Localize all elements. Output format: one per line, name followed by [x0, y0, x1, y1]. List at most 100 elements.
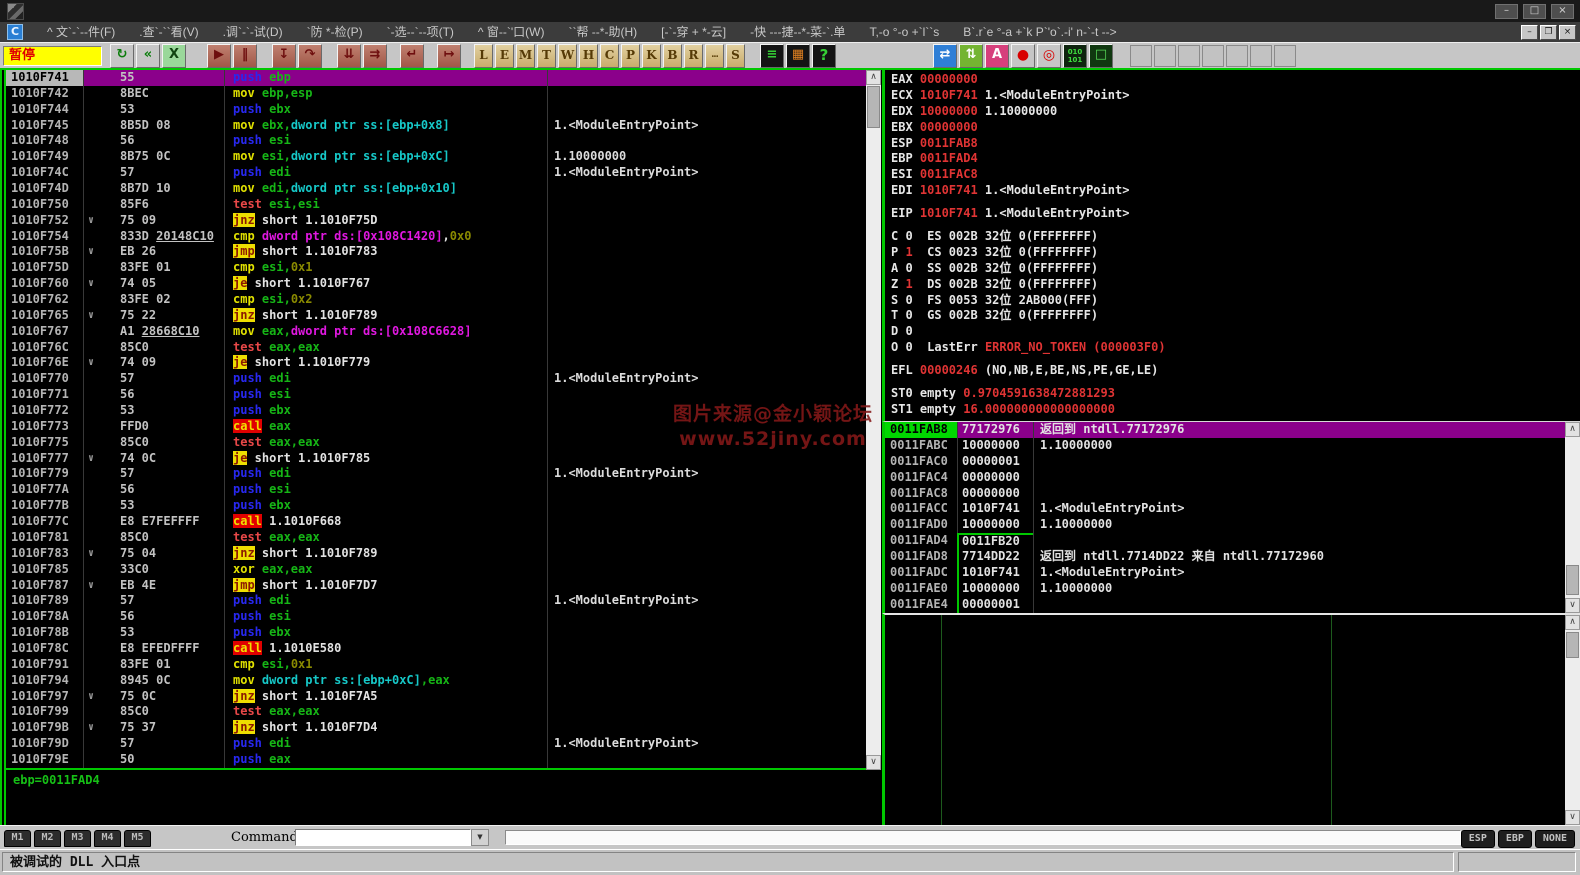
scrollbar-thumb[interactable]	[867, 86, 880, 128]
stack-scrollbar[interactable]: ∧ ∨	[1565, 422, 1580, 613]
disasm-row[interactable]: 1010F77A 56 push esi	[6, 482, 866, 499]
disasm-row[interactable]: 1010F772 53 push ebx	[6, 403, 866, 419]
mdi-restore-button[interactable]: ❐	[1540, 25, 1557, 40]
menu-item-quick-menu[interactable]: -快 ---捷--*-菜-`.单	[738, 22, 857, 42]
disasm-row[interactable]: 1010F78B 53 push ebx	[6, 625, 866, 641]
m-tab-m1[interactable]: M1	[4, 830, 31, 847]
disasm-row[interactable]: 1010F765 ∨ 75 22 jnz short 1.1010F789	[6, 307, 866, 324]
menu-item-plugins[interactable]: `防 *-检(P)	[295, 22, 375, 42]
execute-till-return-button[interactable]: ↵	[400, 44, 424, 68]
menu-item-options[interactable]: `-选--`--项(T)	[375, 22, 466, 42]
binary-button[interactable]: 010 101	[1063, 44, 1087, 68]
command-input[interactable]	[295, 829, 471, 846]
scroll-up-button[interactable]: ∧	[1565, 615, 1580, 630]
references-button[interactable]: R	[684, 44, 703, 68]
register-row[interactable]: D 0	[891, 324, 1580, 340]
disasm-row[interactable]: 1010F745 8B5D 08 mov ebx,dword ptr ss:[ebp…	[6, 117, 866, 134]
assemble-a-button[interactable]: A	[985, 44, 1009, 68]
register-row[interactable]: P 1 CS 0023 32位 0(FFFFFFFF)	[891, 245, 1580, 261]
align-button-esp[interactable]: ESP	[1460, 830, 1495, 848]
stack-row[interactable]: 0011FAE0 10000000 1.10000000	[885, 580, 1580, 597]
source-button[interactable]: S	[726, 44, 745, 68]
info-pane[interactable]: ebp=0011FAD4	[4, 770, 884, 825]
disassembly-pane[interactable]: 1010F741 55 push ebp 1010F742 8BEC mov ebp,es…	[4, 70, 866, 770]
stack-row[interactable]: 0011FAD4 0011FB20	[885, 533, 1580, 550]
register-row[interactable]: A 0 SS 002B 32位 0(FFFFFFFF)	[891, 261, 1580, 277]
disasm-row[interactable]: 1010F750 85F6 test esi,esi	[6, 196, 866, 213]
stack-row[interactable]: 0011FAD8 7714DD22 返回到 ntdll.7714DD22 来自 nt…	[885, 549, 1580, 566]
disasm-row[interactable]: 1010F785 33C0 xor eax,eax	[6, 561, 866, 578]
register-row[interactable]: ECX 1010F741 1.<ModuleEntryPoint>	[891, 88, 1580, 104]
registers-pane[interactable]: EAX 00000000 ECX 1010F741 1.<ModuleEntryP…	[882, 70, 1580, 421]
empty-slot[interactable]	[1226, 45, 1248, 67]
disasm-row[interactable]: 1010F79E 50 push eax	[6, 751, 866, 768]
menu-item-breakpoint[interactable]: B`.r`e °-a +`k P`'o`.-i' n-`-t -->	[951, 22, 1128, 42]
disasm-row[interactable]: 1010F791 83FE 01 cmp esi,0x1	[6, 656, 866, 673]
stack-row[interactable]: 0011FAC0 00000001	[885, 453, 1580, 470]
animate-into-button[interactable]: ⇊	[337, 44, 361, 68]
cpu-window-button[interactable]: C	[600, 44, 619, 68]
executables-button[interactable]: E	[495, 44, 514, 68]
disasm-row[interactable]: 1010F760 ∨ 74 05 je short 1.1010F767	[6, 276, 866, 293]
m-tab-m3[interactable]: M3	[64, 830, 91, 847]
empty-slot[interactable]	[1202, 45, 1224, 67]
stack-row[interactable]: 0011FAD0 10000000 1.10000000	[885, 517, 1580, 534]
align-button-none[interactable]: NONE	[1534, 830, 1575, 848]
disasm-row[interactable]: 1010F742 8BEC mov ebp,esp	[6, 85, 866, 102]
log-list-button[interactable]: ≡	[760, 44, 784, 68]
disasm-row[interactable]: 1010F783 ∨ 75 04 jnz short 1.1010F789	[6, 545, 866, 562]
register-row[interactable]: S 0 FS 0053 32位 2AB000(FFF)	[891, 293, 1580, 309]
scroll-down-button[interactable]: ∨	[1565, 598, 1580, 613]
menu-item-cloud[interactable]: [-`-穿 + *-云]	[649, 22, 738, 42]
disasm-row[interactable]: 1010F789 57 push edi 1.<ModuleEntryPoint>	[6, 593, 866, 610]
stack-row[interactable]: 0011FAC8 00000000	[885, 485, 1580, 502]
call-stack-button[interactable]: K	[642, 44, 661, 68]
disasm-row[interactable]: 1010F74D 8B7D 10 mov edi,dword ptr ss:[ebp…	[6, 181, 866, 197]
register-row[interactable]: EFL 00000246 (NO,NB,E,BE,NS,PE,GE,LE)	[891, 363, 1580, 379]
step-into-button[interactable]: ↧	[272, 44, 296, 68]
empty-slot[interactable]	[1250, 45, 1272, 67]
disasm-row[interactable]: 1010F771 56 push esi	[6, 387, 866, 404]
register-row[interactable]: EBX 00000000	[891, 120, 1580, 136]
windows-button[interactable]: W	[558, 44, 577, 68]
disasm-row[interactable]: 1010F744 53 push ebx	[6, 101, 866, 118]
minimize-button[interactable]: –	[1495, 4, 1518, 19]
disasm-row[interactable]: 1010F75B ∨ EB 26 jmp short 1.1010F783	[6, 244, 866, 261]
register-row[interactable]: EIP 1010F741 1.<ModuleEntryPoint>	[891, 206, 1580, 222]
register-row[interactable]: ESP 0011FAB8	[891, 136, 1580, 152]
empty-slot[interactable]	[1154, 45, 1176, 67]
stack-row[interactable]: 0011FADC 1010F741 1.<ModuleEntryPoint>	[885, 565, 1580, 581]
plugin-field[interactable]	[505, 830, 1461, 845]
grid-button[interactable]: ▦	[786, 44, 810, 68]
dump-scrollbar[interactable]: ∧ ∨	[1565, 615, 1580, 825]
empty-slot[interactable]	[1274, 45, 1296, 67]
disasm-row[interactable]: 1010F78A 56 push esi	[6, 609, 866, 626]
window-frame-button[interactable]: □	[1089, 44, 1113, 68]
log-window-button[interactable]: L	[474, 44, 493, 68]
register-row[interactable]: C 0 ES 002B 32位 0(FFFFFFFF)	[891, 229, 1580, 245]
stack-row[interactable]: 0011FACC 1010F741 1.<ModuleEntryPoint>	[885, 501, 1580, 518]
run-trace-button[interactable]: ...	[705, 44, 724, 68]
mdi-minimize-button[interactable]: –	[1521, 25, 1538, 40]
m-tab-m5[interactable]: M5	[124, 830, 151, 847]
empty-slot[interactable]	[1178, 45, 1200, 67]
disasm-row[interactable]: 1010F794 8945 0C mov dword ptr ss:[ebp+0xC…	[6, 672, 866, 689]
scroll-down-button[interactable]: ∨	[866, 755, 881, 770]
register-row[interactable]: O 0 LastErr ERROR_NO_TOKEN (000003F0)	[891, 340, 1580, 356]
register-row[interactable]: EDI 1010F741 1.<ModuleEntryPoint>	[891, 183, 1580, 199]
disasm-row[interactable]: 1010F752 ∨ 75 09 jnz short 1.1010F75D	[6, 212, 866, 229]
pause-program-button[interactable]: ‖	[233, 44, 257, 68]
disasm-row[interactable]: 1010F787 ∨ EB 4E jmp short 1.1010F7D7	[6, 577, 866, 594]
memory-map-button[interactable]: M	[516, 44, 535, 68]
register-row[interactable]: EBP 0011FAD4	[891, 151, 1580, 167]
maximize-button[interactable]: □	[1523, 4, 1546, 19]
align-button-ebp[interactable]: EBP	[1497, 830, 1532, 848]
menu-item-help[interactable]: ``帮 --*-助(H)	[556, 22, 649, 42]
menu-item-window[interactable]: ^ 窗--`'口(W)	[466, 22, 557, 42]
disasm-row[interactable]: 1010F79B ∨ 75 37 jnz short 1.1010F7D4	[6, 720, 866, 737]
execute-till-user-button[interactable]: ↦	[437, 44, 461, 68]
disasm-row[interactable]: 1010F79D 57 push edi 1.<ModuleEntryPoint>	[6, 736, 866, 752]
patches-button[interactable]: P	[621, 44, 640, 68]
menu-item-file[interactable]: ^ 文`-`--件(F)	[35, 22, 127, 42]
step-over-button[interactable]: ↷	[298, 44, 322, 68]
